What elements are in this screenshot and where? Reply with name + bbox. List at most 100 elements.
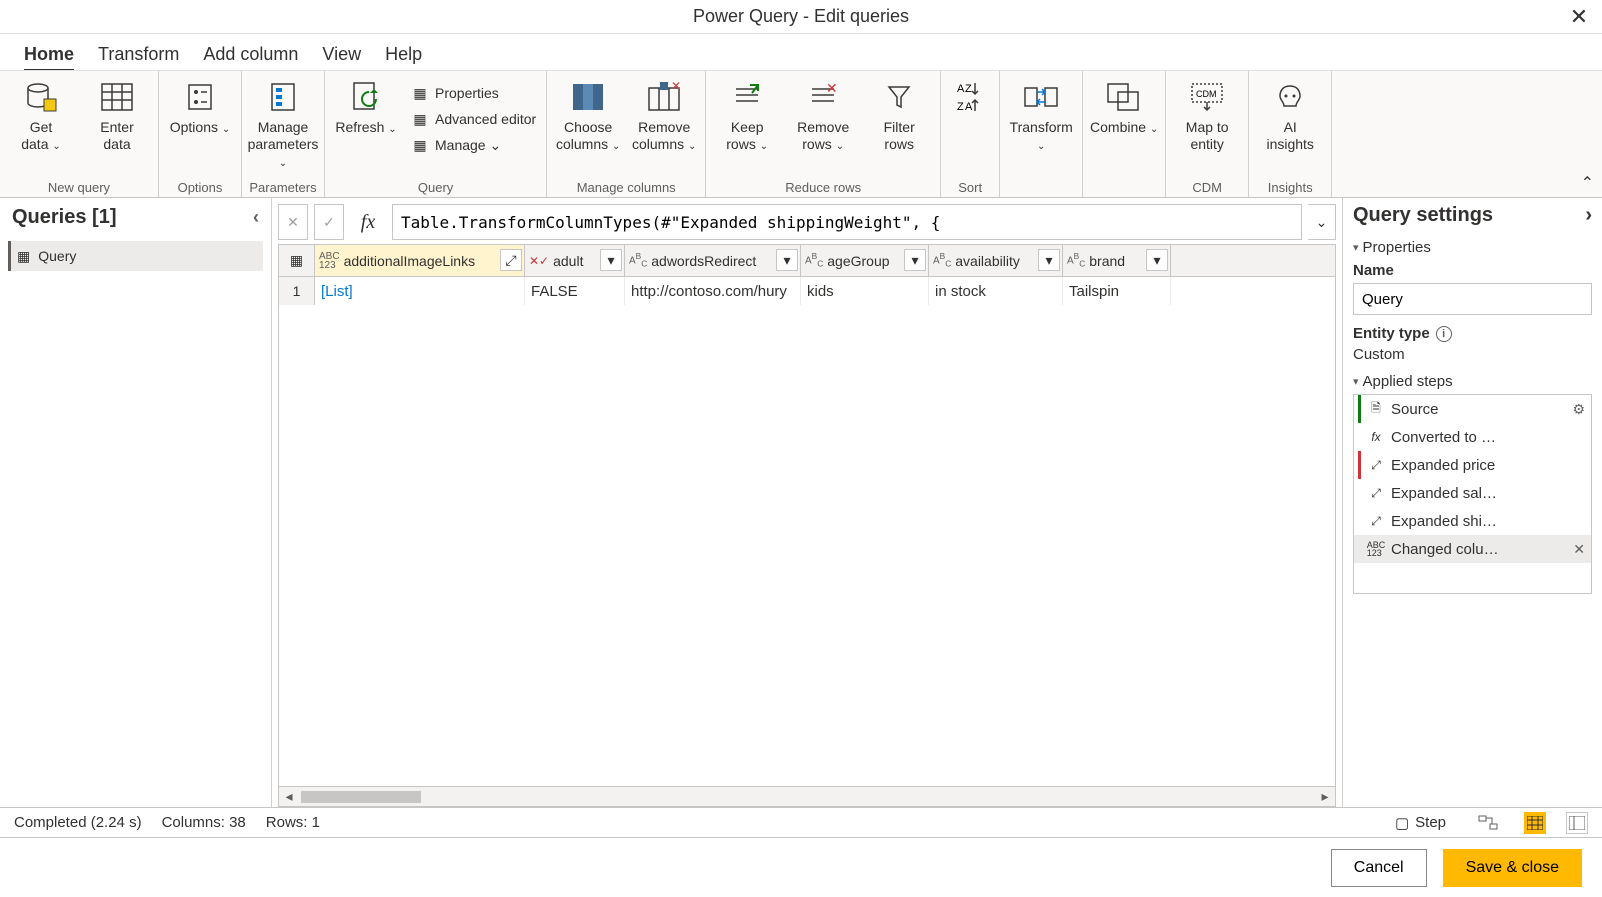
column-filter-button[interactable]: ▾ bbox=[776, 249, 798, 271]
fx-icon[interactable]: fx bbox=[350, 204, 386, 240]
ribbon-enter-button[interactable]: Enterdata bbox=[82, 75, 152, 153]
menu-home[interactable]: Home bbox=[24, 40, 74, 72]
schema-view-button[interactable] bbox=[1566, 812, 1588, 834]
cell[interactable]: http://contoso.com/hury bbox=[625, 277, 801, 305]
queries-panel: Queries [1] ‹ ▦Query bbox=[0, 198, 272, 807]
column-header-ageGroup[interactable]: ABC ageGroup▾ bbox=[801, 245, 929, 276]
ribbon-map-to-button[interactable]: CDMMap toentity bbox=[1172, 75, 1242, 153]
column-header-adwordsRedirect[interactable]: ABC adwordsRedirect▾ bbox=[625, 245, 801, 276]
ribbon-options-button[interactable]: Options ⌄ bbox=[165, 75, 235, 138]
formula-cancel-button[interactable]: ✕ bbox=[278, 204, 308, 240]
ribbon-transform-button[interactable]: Transform ⌄ bbox=[1006, 75, 1076, 155]
svg-text:CDM: CDM bbox=[1196, 89, 1217, 99]
ribbon-combine-button[interactable]: Combine ⌄ bbox=[1089, 75, 1159, 138]
enter-icon bbox=[97, 79, 137, 115]
diagram-view-button[interactable] bbox=[1472, 813, 1504, 833]
menu-transform[interactable]: Transform bbox=[98, 40, 179, 69]
column-header-availability[interactable]: ABC availability▾ bbox=[929, 245, 1063, 276]
ribbon-group-label: Manage columns bbox=[577, 180, 676, 195]
cell[interactable]: in stock bbox=[929, 277, 1063, 305]
info-icon[interactable]: i bbox=[1436, 326, 1452, 342]
delete-step-icon[interactable]: ✕ bbox=[1573, 541, 1585, 558]
settings-expand-icon[interactable]: › bbox=[1585, 204, 1592, 227]
type-any-icon: ABC123 bbox=[319, 252, 340, 270]
cell[interactable]: Tailspin bbox=[1063, 277, 1171, 305]
queries-collapse-icon[interactable]: ‹ bbox=[253, 207, 259, 228]
applied-step[interactable]: ⤢Expanded sal… bbox=[1354, 479, 1591, 507]
ribbon-choose-button[interactable]: Choosecolumns ⌄ bbox=[553, 75, 623, 155]
refresh-icon bbox=[346, 79, 386, 115]
column-header-adult[interactable]: ✕✓ adult▾ bbox=[525, 245, 625, 276]
queries-title: Queries [1] bbox=[12, 206, 116, 229]
query-item[interactable]: ▦Query bbox=[8, 241, 263, 271]
applied-step[interactable]: fxConverted to … bbox=[1354, 423, 1591, 451]
ribbon-manage-button[interactable]: Manageparameters ⌄ bbox=[248, 75, 318, 172]
applied-step[interactable]: ABC123Changed colu…✕ bbox=[1354, 535, 1591, 563]
cell[interactable]: kids bbox=[801, 277, 929, 305]
query-name-input[interactable] bbox=[1353, 283, 1592, 315]
ribbon-refresh-button[interactable]: Refresh ⌄ bbox=[331, 75, 401, 138]
properties-section[interactable]: Properties bbox=[1353, 239, 1592, 256]
ribbon-group-label: Options bbox=[178, 180, 223, 195]
save-close-button[interactable]: Save & close bbox=[1443, 849, 1582, 887]
expand-column-button[interactable]: ⤢ bbox=[500, 249, 522, 271]
ribbon-advanced-editor-button[interactable]: ▦Advanced editor bbox=[407, 107, 540, 131]
step-button[interactable]: ▢Step bbox=[1389, 812, 1452, 834]
column-filter-button[interactable]: ▾ bbox=[600, 249, 622, 271]
status-completed: Completed (2.24 s) bbox=[14, 814, 142, 831]
formula-commit-button[interactable]: ✓ bbox=[314, 204, 344, 240]
cell[interactable]: FALSE bbox=[525, 277, 625, 305]
status-columns: Columns: 38 bbox=[162, 814, 246, 831]
menu-bar: Home Transform Add column View Help bbox=[0, 34, 1602, 70]
close-button[interactable]: ✕ bbox=[1556, 4, 1602, 30]
ribbon-remove-button[interactable]: ✕Removecolumns ⌄ bbox=[629, 75, 699, 155]
combine-icon bbox=[1104, 79, 1144, 115]
row-number[interactable]: 1 bbox=[279, 277, 315, 305]
ribbon-remove-button[interactable]: ✕Removerows ⌄ bbox=[788, 75, 858, 155]
step-icon: ABC123 bbox=[1367, 540, 1385, 558]
column-filter-button[interactable]: ▾ bbox=[1146, 249, 1168, 271]
choose-icon bbox=[568, 79, 608, 115]
query-settings-panel: Query settings › Properties Name Entity … bbox=[1342, 198, 1602, 807]
ribbon-ai-button[interactable]: AIinsights bbox=[1255, 75, 1325, 153]
filter-icon bbox=[879, 79, 919, 115]
name-label: Name bbox=[1353, 262, 1592, 279]
applied-step[interactable]: ⤢Expanded price bbox=[1354, 451, 1591, 479]
menu-help[interactable]: Help bbox=[385, 40, 422, 69]
applied-step[interactable]: ⤢Expanded shi… bbox=[1354, 507, 1591, 535]
table-row[interactable]: 1[List]FALSEhttp://contoso.com/hurykidsi… bbox=[279, 277, 1335, 305]
formula-input[interactable] bbox=[392, 204, 1302, 240]
cell[interactable]: [List] bbox=[315, 277, 525, 305]
ribbon-get-button[interactable]: Getdata ⌄ bbox=[6, 75, 76, 155]
column-filter-button[interactable]: ▾ bbox=[904, 249, 926, 271]
column-header-brand[interactable]: ABC brand▾ bbox=[1063, 245, 1171, 276]
ribbon-collapse-icon[interactable]: ⌃ bbox=[1581, 173, 1594, 193]
select-all-corner[interactable]: ▦ bbox=[279, 245, 315, 276]
column-filter-button[interactable]: ▾ bbox=[1038, 249, 1060, 271]
column-header-additionalImageLinks[interactable]: ABC123 additionalImageLinks⤢ bbox=[315, 245, 525, 276]
ribbon-properties-button[interactable]: ▦Properties bbox=[407, 81, 503, 105]
ribbon-group-label: Parameters bbox=[249, 180, 316, 195]
menu-view[interactable]: View bbox=[322, 40, 361, 69]
cancel-button[interactable]: Cancel bbox=[1331, 849, 1427, 887]
applied-step[interactable]: 🗎Source⚙ bbox=[1354, 395, 1591, 423]
ribbon-keep-button[interactable]: Keeprows ⌄ bbox=[712, 75, 782, 155]
formula-expand-button[interactable]: ⌄ bbox=[1308, 204, 1336, 240]
ribbon-filter-button[interactable]: Filterrows bbox=[864, 75, 934, 153]
menu-add-column[interactable]: Add column bbox=[203, 40, 298, 69]
step-icon: 🗎 bbox=[1367, 400, 1385, 418]
svg-text:✕: ✕ bbox=[671, 82, 681, 93]
grid-view-button[interactable] bbox=[1524, 812, 1546, 834]
ribbon: Getdata ⌄EnterdataNew queryOptions ⌄Opti… bbox=[0, 70, 1602, 198]
remove-icon: ✕ bbox=[644, 79, 684, 115]
ribbon-group-label: Sort bbox=[958, 180, 982, 195]
gear-icon[interactable]: ⚙ bbox=[1572, 401, 1585, 418]
ribbon-group-label: CDM bbox=[1192, 180, 1222, 195]
svg-text:A: A bbox=[965, 101, 973, 113]
table-icon: ▦ bbox=[17, 248, 30, 265]
applied-steps-section[interactable]: Applied steps bbox=[1353, 373, 1592, 390]
map to-icon: CDM bbox=[1187, 79, 1227, 115]
ribbon-sort-button[interactable]: AZZA bbox=[947, 75, 993, 119]
horizontal-scrollbar[interactable]: ◂▸ bbox=[279, 786, 1335, 806]
ribbon-manage-button[interactable]: ▦Manage ⌄ bbox=[407, 133, 505, 157]
